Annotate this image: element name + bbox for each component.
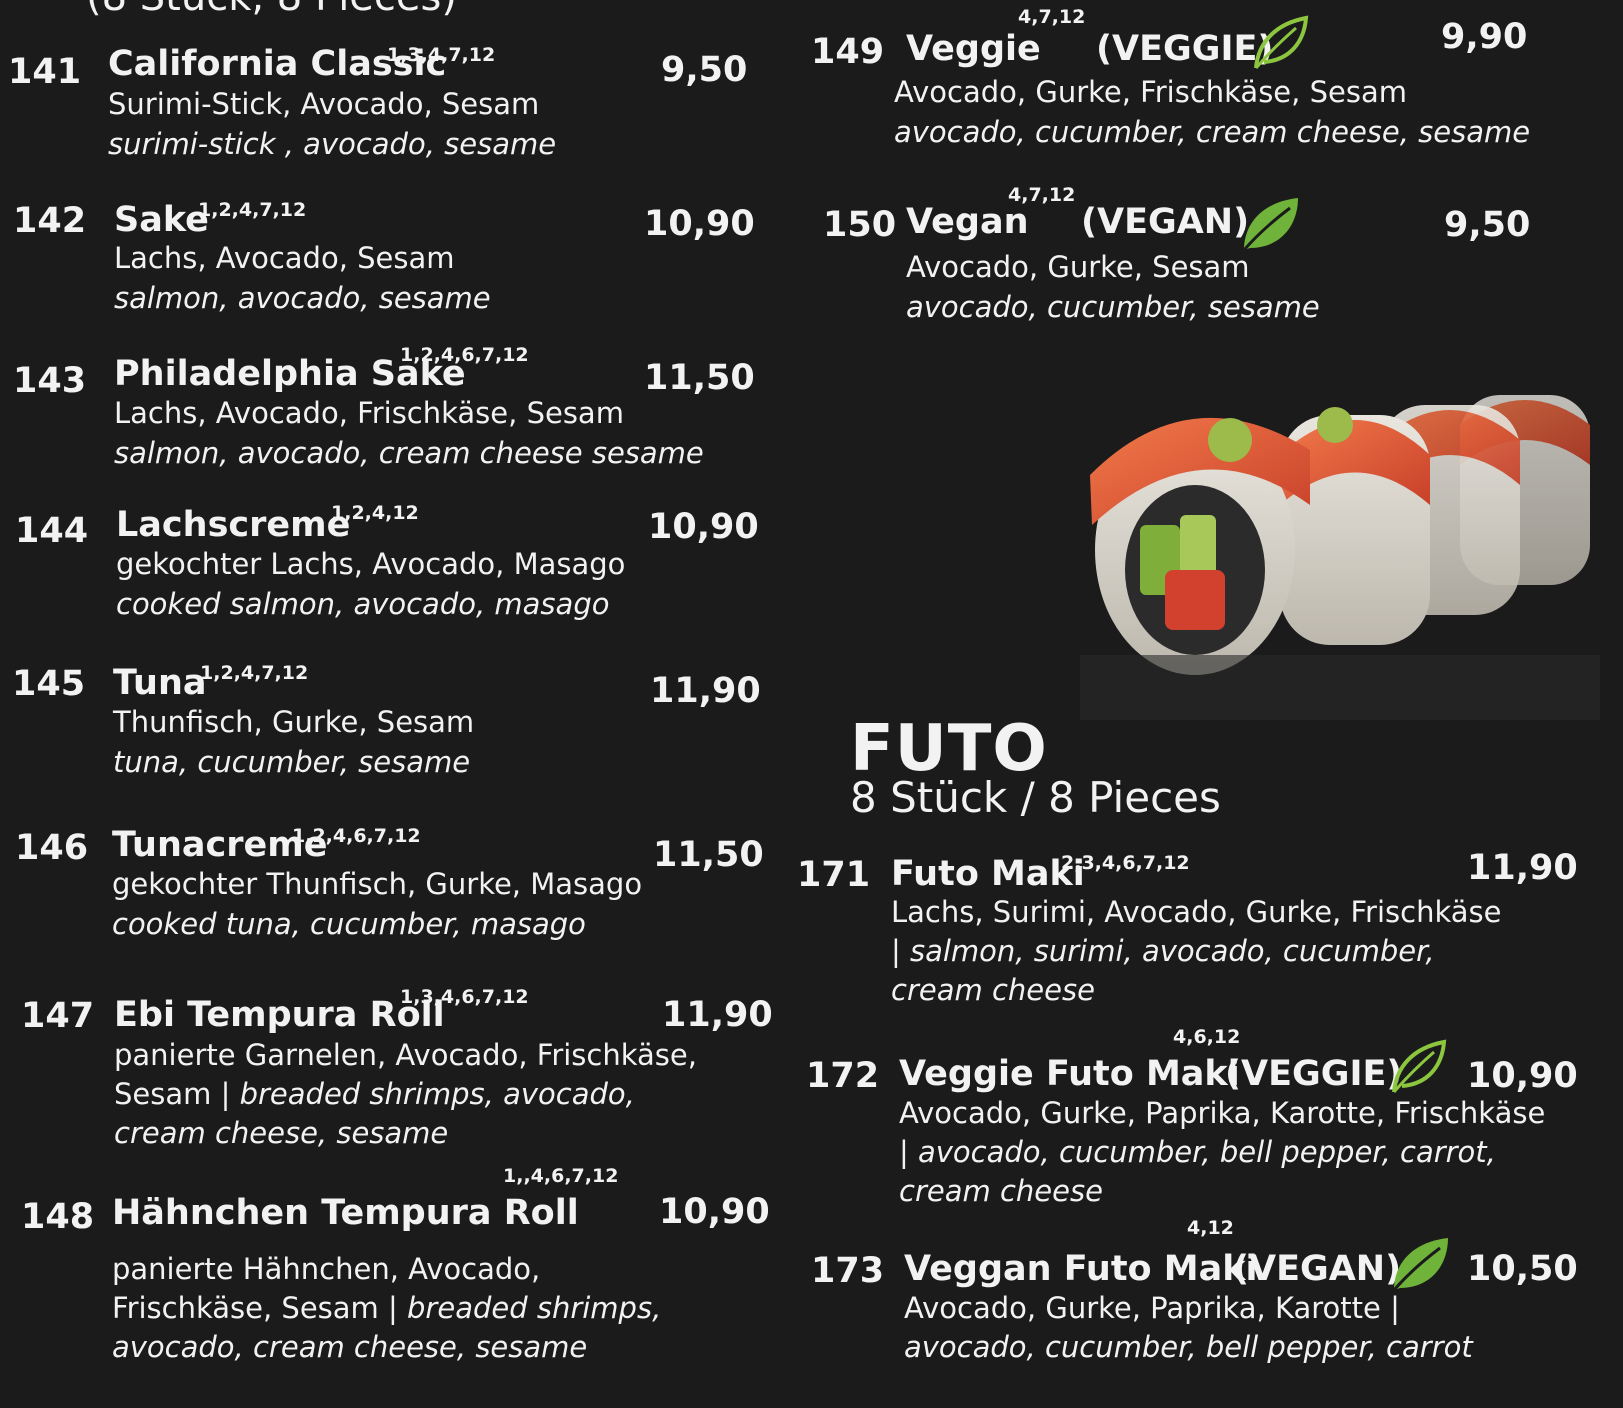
item-name: Vegan — [906, 202, 1029, 242]
item-price: 10,90 — [648, 507, 759, 547]
item-allergens: 1,2,4,12 — [331, 502, 419, 524]
item-desc-en: surimi-stick , avocado, sesame — [108, 127, 557, 161]
item-price: 11,90 — [662, 995, 773, 1035]
item-allergens: 1,2,4,7,12 — [200, 662, 309, 684]
item-desc-line3: avocado, cream cheese, sesame — [112, 1330, 588, 1364]
item-number: 150 — [823, 205, 897, 245]
item-price: 11,90 — [1467, 848, 1578, 888]
item-desc-de: Surimi-Stick, Avocado, Sesam — [108, 87, 540, 121]
item-number: 173 — [811, 1251, 885, 1291]
item-desc-line1: Avocado, Gurke, Paprika, Karotte | — [904, 1291, 1400, 1325]
section-subtitle-cut: (8 Stück, 8 Pieces) — [86, 0, 457, 20]
item-number: 141 — [8, 52, 82, 92]
item-desc-line2: avocado, cucumber, bell pepper, carrot — [904, 1330, 1473, 1364]
item-price: 10,50 — [1467, 1249, 1578, 1289]
item-desc-de: Lachs, Avocado, Sesam — [114, 241, 455, 275]
item-number: 142 — [13, 201, 87, 241]
item-allergens: 4,12 — [1187, 1217, 1234, 1239]
item-desc-line1: panierte Hähnchen, Avocado, — [112, 1252, 541, 1286]
item-name: Veggan Futo Maki — [904, 1249, 1258, 1289]
item-diet-tag: (VEGAN) — [1081, 202, 1250, 242]
item-price: 9,50 — [1444, 205, 1531, 245]
section-subtitle-futo: 8 Stück / 8 Pieces — [850, 773, 1221, 822]
item-number: 149 — [811, 32, 885, 72]
item-price: 10,90 — [644, 204, 755, 244]
item-desc-line1: panierte Garnelen, Avocado, Frischkäse, — [114, 1038, 697, 1072]
item-desc-de: Lachs, Avocado, Frischkäse, Sesam — [114, 396, 624, 430]
item-desc-line1: Lachs, Surimi, Avocado, Gurke, Frischkäs… — [891, 895, 1502, 929]
item-desc-de-part: Frischkäse, Sesam | — [112, 1291, 408, 1325]
item-diet-tag: (VEGGIE) — [1096, 29, 1274, 69]
item-allergens: 1,3,4,7,12 — [387, 44, 496, 66]
item-desc-de: Thunfisch, Gurke, Sesam — [113, 705, 475, 739]
item-allergens: 1,2,4,7,12 — [198, 199, 307, 221]
item-desc-de: gekochter Lachs, Avocado, Masago — [116, 547, 626, 581]
item-desc-en-part: breaded shrimps, — [407, 1291, 662, 1325]
item-desc-de-part: Sesam | — [114, 1077, 240, 1111]
item-name: Sake — [114, 200, 209, 240]
item-desc-en: avocado, cucumber, cream cheese, sesame — [894, 115, 1531, 149]
item-number: 144 — [15, 511, 89, 551]
item-price: 9,90 — [1441, 17, 1528, 57]
item-name: Veggie Futo Maki — [899, 1054, 1240, 1094]
leaf-outline-icon — [1392, 1039, 1447, 1093]
item-allergens: 1,2,4,6,7,12 — [292, 825, 421, 847]
item-desc-line3: cream cheese — [891, 973, 1095, 1007]
leaf-outline-icon — [1254, 15, 1309, 69]
item-desc-line2: | salmon, surimi, avocado, cucumber, — [891, 934, 1435, 968]
item-allergens: 2,3,4,6,7,12 — [1061, 852, 1190, 874]
item-name: Hähnchen Tempura Roll — [112, 1193, 579, 1233]
item-desc-de: Avocado, Gurke, Sesam — [906, 250, 1250, 284]
item-diet-tag: (VEGGIE) — [1225, 1054, 1403, 1094]
item-allergens: 4,6,12 — [1173, 1026, 1241, 1048]
item-desc-line3: cream cheese, sesame — [114, 1116, 449, 1150]
item-allergens: 1,3,4,6,7,12 — [400, 986, 529, 1008]
item-desc-en: avocado, cucumber, sesame — [906, 290, 1320, 324]
item-desc-en: salmon, avocado, sesame — [114, 281, 491, 315]
item-price: 11,50 — [644, 358, 755, 398]
item-allergens: 1,,4,6,7,12 — [503, 1165, 619, 1187]
item-number: 172 — [806, 1056, 880, 1096]
item-name: Futo Maki — [891, 854, 1085, 894]
item-desc-line3: cream cheese — [899, 1174, 1103, 1208]
item-number: 148 — [21, 1197, 95, 1237]
item-number: 143 — [13, 361, 87, 401]
item-desc-de: Avocado, Gurke, Frischkäse, Sesam — [894, 75, 1407, 109]
item-desc-line2: | avocado, cucumber, bell pepper, carrot… — [899, 1135, 1496, 1169]
item-desc-en-part: breaded shrimps, avocado, — [239, 1077, 635, 1111]
item-price: 11,90 — [650, 671, 761, 711]
item-desc-en: tuna, cucumber, sesame — [113, 745, 471, 779]
item-desc-en: salmon, avocado, cream cheese sesame — [114, 436, 704, 470]
item-allergens: 4,7,12 — [1008, 184, 1076, 206]
item-number: 171 — [797, 855, 871, 895]
leaf-solid-icon — [1392, 1238, 1448, 1291]
item-diet-tag: (VEGAN) — [1233, 1249, 1402, 1289]
item-desc-en: cooked salmon, avocado, masago — [116, 587, 610, 621]
item-allergens: 1,2,4,6,7,12 — [400, 344, 529, 366]
leaf-solid-icon — [1242, 198, 1298, 251]
item-price: 10,90 — [659, 1192, 770, 1232]
item-number: 147 — [21, 996, 95, 1036]
item-desc-line1: Avocado, Gurke, Paprika, Karotte, Frisch… — [899, 1096, 1546, 1130]
sushi-roll-image — [1080, 395, 1600, 720]
item-name: Tuna — [113, 663, 207, 703]
item-desc-de: gekochter Thunfisch, Gurke, Masago — [112, 867, 643, 901]
item-price: 9,50 — [661, 50, 748, 90]
item-desc-line2: Sesam | breaded shrimps, avocado, — [114, 1074, 635, 1114]
item-desc-line2: Frischkäse, Sesam | breaded shrimps, — [112, 1288, 661, 1328]
item-name: Lachscreme — [116, 505, 351, 545]
item-number: 146 — [15, 828, 89, 868]
item-desc-en: cooked tuna, cucumber, masago — [112, 907, 586, 941]
item-allergens: 4,7,12 — [1018, 6, 1086, 28]
item-price: 10,90 — [1467, 1056, 1578, 1096]
item-number: 145 — [12, 664, 86, 704]
item-price: 11,50 — [653, 835, 764, 875]
item-name: Ebi Tempura Roll — [114, 995, 445, 1035]
item-name: Veggie — [906, 29, 1041, 69]
